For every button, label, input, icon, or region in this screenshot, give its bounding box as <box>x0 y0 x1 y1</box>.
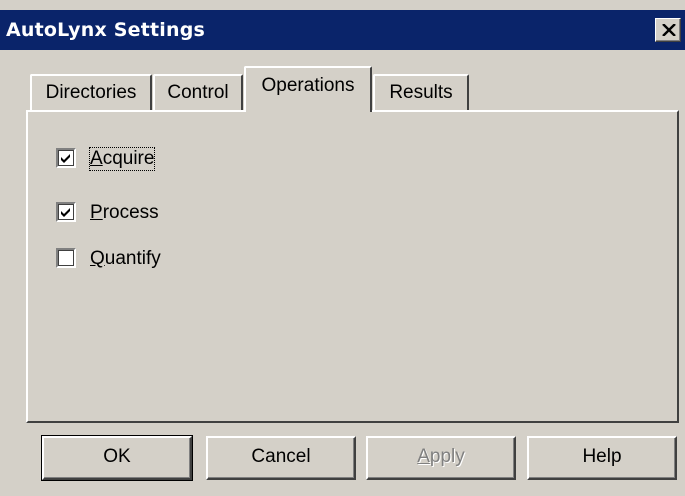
apply-label: Apply <box>417 446 465 467</box>
ok-button[interactable]: OK <box>41 435 193 481</box>
tab-directories[interactable]: Directories <box>30 74 152 112</box>
checkmark-icon <box>61 154 70 163</box>
title-bar[interactable]: AutoLynx Settings <box>0 10 685 50</box>
tab-operations-label: Operations <box>261 75 355 96</box>
help-label: Help <box>582 446 622 467</box>
tab-control[interactable]: Control <box>153 74 243 112</box>
help-button[interactable]: Help <box>527 436 677 480</box>
tab-results-label: Results <box>389 82 453 103</box>
tab-operations[interactable]: Operations <box>244 66 372 112</box>
acquire-checkbox-box[interactable] <box>56 148 76 168</box>
tab-results[interactable]: Results <box>373 74 469 112</box>
close-icon <box>662 24 676 36</box>
tab-directories-label: Directories <box>45 82 137 103</box>
quantify-label: Quantify <box>90 248 161 269</box>
tab-control-label: Control <box>167 82 229 103</box>
checkmark-icon <box>61 208 70 217</box>
operations-panel: Acquire Process Quantify <box>26 110 679 423</box>
process-checkbox-box[interactable] <box>56 202 76 222</box>
close-button[interactable] <box>655 18 681 42</box>
cancel-label: Cancel <box>251 446 311 467</box>
window-title: AutoLynx Settings <box>6 19 206 41</box>
apply-button[interactable]: Apply <box>366 436 516 480</box>
ok-label: OK <box>103 446 131 467</box>
cancel-button[interactable]: Cancel <box>206 436 356 480</box>
process-label: Process <box>90 202 159 223</box>
acquire-label: Acquire <box>88 147 156 171</box>
quantify-checkbox-box[interactable] <box>56 248 76 268</box>
